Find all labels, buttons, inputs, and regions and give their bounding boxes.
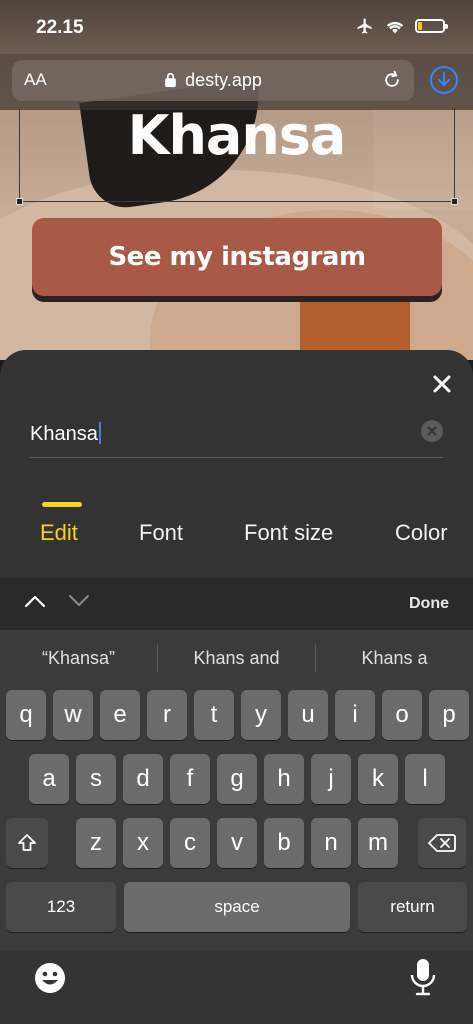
key-p[interactable]: p (429, 690, 469, 740)
keyboard: “Khansa” Khans and Khans a qwertyuiop as… (0, 630, 473, 1024)
key-y[interactable]: y (241, 690, 281, 740)
key-e[interactable]: e (100, 690, 140, 740)
key-c[interactable]: c (170, 818, 210, 868)
wifi-icon (386, 21, 404, 34)
resize-handle[interactable] (451, 198, 458, 205)
keyboard-bottom-bar (0, 950, 473, 1024)
status-time: 22.15 (36, 17, 84, 38)
key-i[interactable]: i (335, 690, 375, 740)
status-icons (355, 17, 448, 35)
done-button[interactable]: Done (409, 595, 449, 613)
key-m[interactable]: m (358, 818, 398, 868)
tab-font-size[interactable]: Font size (244, 520, 333, 546)
key-n[interactable]: n (311, 818, 351, 868)
url-text: desty.app (185, 70, 262, 90)
tab-font[interactable]: Font (139, 520, 183, 546)
shift-key[interactable] (6, 818, 48, 868)
emoji-icon[interactable] (34, 962, 66, 994)
key-l[interactable]: l (405, 754, 445, 804)
tab-edit[interactable]: Edit (40, 520, 78, 546)
key-b[interactable]: b (264, 818, 304, 868)
key-s[interactable]: s (76, 754, 116, 804)
backspace-icon (428, 834, 456, 852)
airplane-icon (357, 18, 372, 34)
profile-name-heading[interactable]: Khansa (0, 104, 473, 167)
shift-icon (18, 834, 36, 851)
backspace-key[interactable] (418, 818, 466, 868)
suggestion-1[interactable]: “Khansa” (0, 630, 157, 686)
key-w[interactable]: w (53, 690, 93, 740)
lock-icon (165, 72, 176, 88)
numbers-key[interactable]: 123 (6, 882, 116, 932)
editor-tabs: Edit Font Font size Color (0, 500, 473, 560)
microphone-icon[interactable] (410, 958, 436, 996)
status-bar: 22.15 (0, 0, 473, 54)
url-display[interactable]: desty.app (12, 70, 414, 91)
key-v[interactable]: v (217, 818, 257, 868)
key-k[interactable]: k (358, 754, 398, 804)
clear-text-icon[interactable] (421, 420, 443, 442)
resize-handle[interactable] (16, 198, 23, 205)
text-input[interactable]: Khansa (30, 412, 443, 458)
key-h[interactable]: h (264, 754, 304, 804)
browser-toolbar: AA desty.app (0, 54, 473, 110)
close-icon[interactable] (428, 370, 456, 398)
key-u[interactable]: u (288, 690, 328, 740)
chevron-down-icon[interactable] (68, 594, 90, 608)
key-j[interactable]: j (311, 754, 351, 804)
battery-icon (415, 19, 448, 33)
download-icon[interactable] (430, 66, 458, 94)
space-key[interactable]: space (124, 882, 350, 932)
instagram-link-button[interactable]: See my instagram (32, 218, 442, 296)
key-q[interactable]: q (6, 690, 46, 740)
reload-icon[interactable] (382, 69, 402, 91)
key-g[interactable]: g (217, 754, 257, 804)
address-bar[interactable]: AA desty.app (12, 60, 414, 101)
chevron-up-icon[interactable] (24, 594, 46, 608)
return-key[interactable]: return (358, 882, 467, 932)
key-z[interactable]: z (76, 818, 116, 868)
key-x[interactable]: x (123, 818, 163, 868)
text-caret (98, 422, 101, 444)
key-r[interactable]: r (147, 690, 187, 740)
keyboard-accessory-bar: Done (0, 578, 473, 630)
tab-color[interactable]: Color (395, 520, 448, 546)
key-d[interactable]: d (123, 754, 163, 804)
key-t[interactable]: t (194, 690, 234, 740)
battery-level (418, 22, 422, 30)
suggestion-2[interactable]: Khans and (158, 630, 315, 686)
key-o[interactable]: o (382, 690, 422, 740)
text-input-value[interactable]: Khansa (30, 422, 101, 446)
key-a[interactable]: a (29, 754, 69, 804)
suggestion-3[interactable]: Khans a (316, 630, 473, 686)
key-f[interactable]: f (170, 754, 210, 804)
